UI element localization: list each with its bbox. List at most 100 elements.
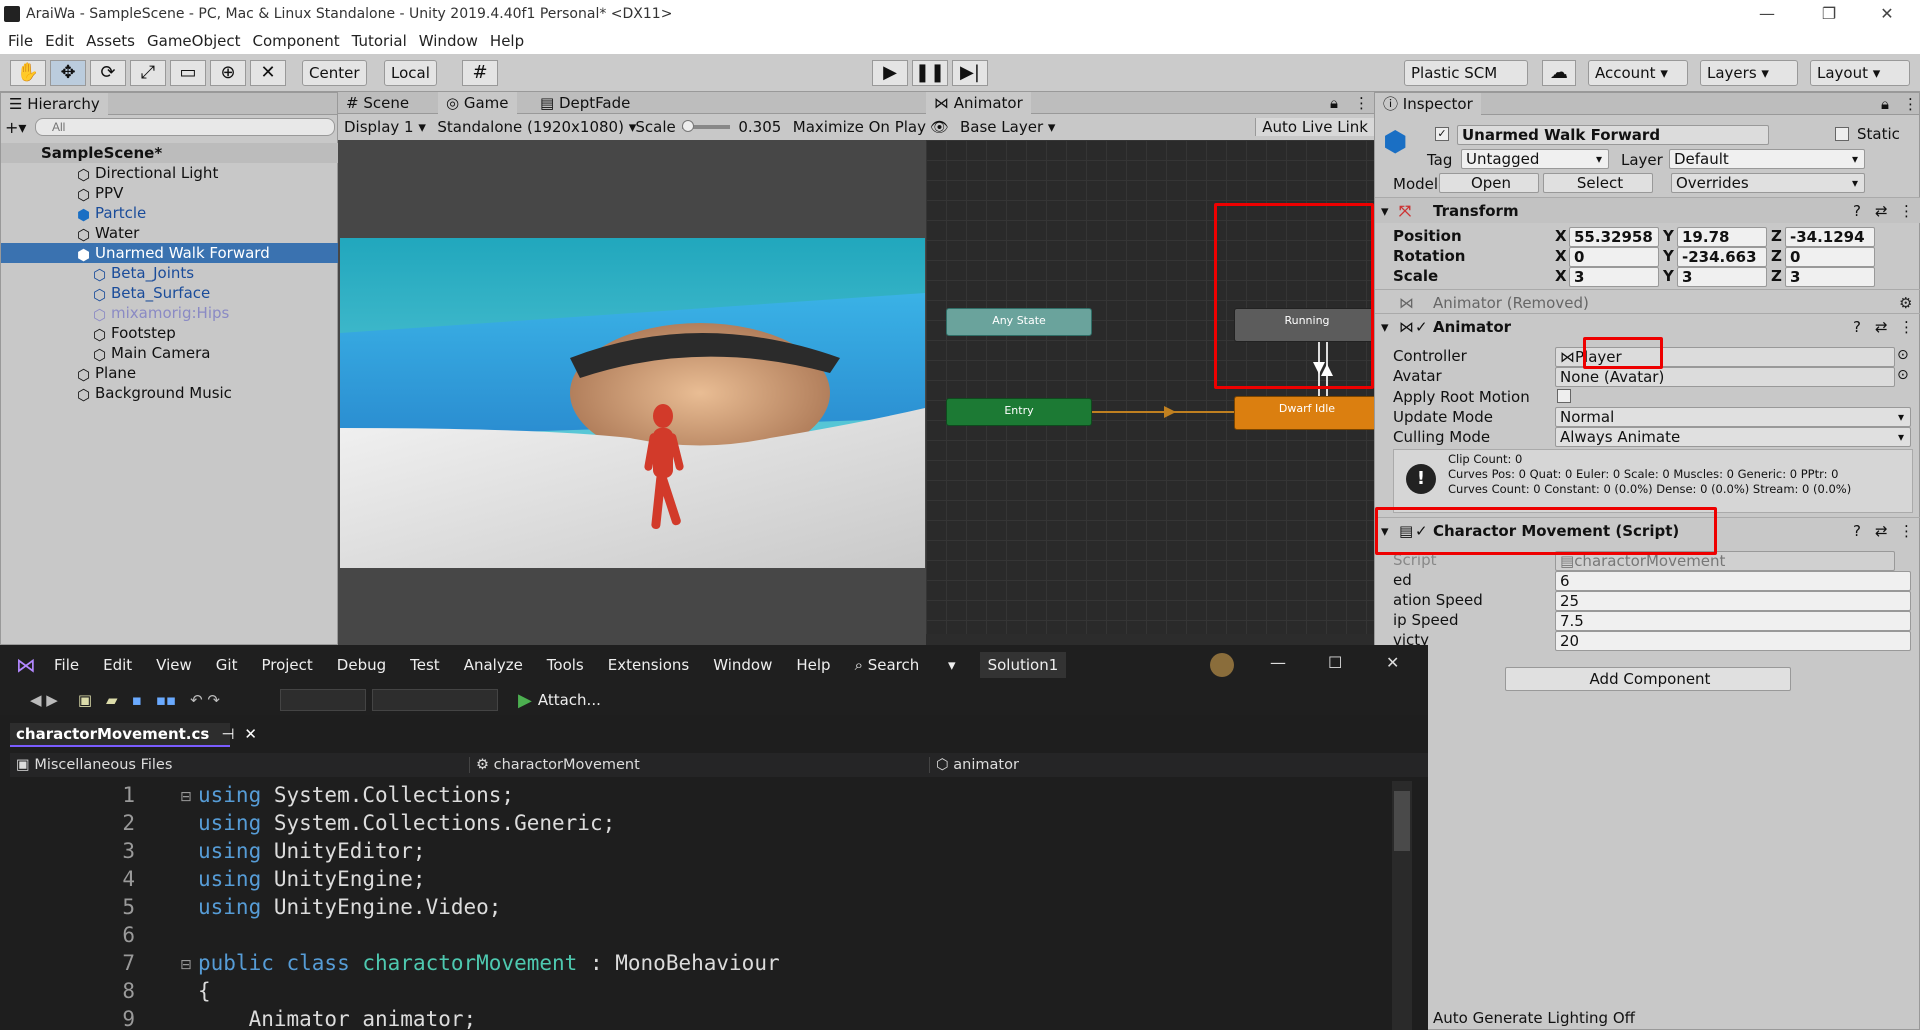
project-dropdown[interactable]: ▣ Miscellaneous Files — [10, 757, 470, 773]
rect-tool-icon[interactable]: ▭ — [170, 60, 206, 86]
hierarchy-search-input[interactable] — [35, 118, 335, 136]
y-axis-label[interactable]: Y — [1663, 227, 1674, 245]
vs-menu-git[interactable]: Git — [216, 656, 238, 674]
save-icon[interactable]: ▪ — [132, 691, 142, 709]
tab-game[interactable]: ◎ Game — [438, 92, 517, 114]
object-picker-icon[interactable]: ⊙ — [1897, 347, 1909, 363]
animator-header[interactable]: ▾ ⋈ ✓ Animator ? ⇄ ⋮ — [1375, 313, 1920, 339]
field-1-input[interactable]: 6 — [1555, 571, 1911, 591]
hierarchy-item[interactable]: ⬡ Beta_Surface — [1, 283, 338, 304]
pos-z-field[interactable]: -34.1294 — [1785, 227, 1875, 247]
rotate-tool-icon[interactable]: ⟳ — [90, 60, 126, 86]
add-icon[interactable]: +▾ — [5, 118, 35, 137]
menu-window[interactable]: Window — [419, 32, 478, 50]
maximize-button[interactable]: ❐ — [1806, 0, 1852, 28]
attach-play-icon[interactable]: ▶ — [518, 690, 532, 711]
layers-dropdown[interactable]: Layers ▾ — [1700, 60, 1798, 86]
layout-dropdown[interactable]: Layout ▾ — [1810, 60, 1910, 86]
eye-icon[interactable]: 👁︎ — [926, 118, 960, 136]
menu-tutorial[interactable]: Tutorial — [352, 32, 407, 50]
pin-icon[interactable]: ⊣ — [221, 725, 234, 743]
animator-removed-header[interactable]: ⋈ Animator (Removed) ⚙ — [1375, 289, 1920, 315]
vs-menu-analyze[interactable]: Analyze — [464, 656, 523, 674]
step-button[interactable]: ▶| — [952, 60, 988, 86]
enabled-checkbox[interactable]: ✓ — [1415, 314, 1428, 340]
save-all-icon[interactable]: ▪▪ — [156, 691, 176, 709]
settings-icon[interactable]: ⇄ — [1875, 314, 1888, 340]
overrides-dropdown[interactable]: Overrides — [1671, 173, 1865, 193]
move-tool-icon[interactable]: ✥ — [50, 60, 86, 86]
y-axis-label[interactable]: Y — [1663, 247, 1674, 265]
hierarchy-item[interactable]: ⬡ Footstep — [1, 323, 338, 344]
vs-menu-project[interactable]: Project — [261, 656, 312, 674]
vs-menu-help[interactable]: Help — [796, 656, 830, 674]
scale-tool-icon[interactable]: ⤢ — [130, 60, 166, 86]
layer-breadcrumb[interactable]: Base Layer ▾ — [960, 118, 1255, 136]
attach-button[interactable]: Attach... — [538, 691, 601, 709]
menu-gameobject[interactable]: GameObject — [147, 32, 241, 50]
help-icon[interactable]: ? — [1853, 314, 1861, 340]
hand-tool-icon[interactable]: ✋ — [10, 60, 46, 86]
more-icon[interactable]: ⋮ — [1903, 95, 1918, 113]
vs-menu-window[interactable]: Window — [713, 656, 772, 674]
pos-x-field[interactable]: 55.32958 — [1569, 227, 1659, 247]
hierarchy-item[interactable]: ⬡ mixamorig:Hips — [1, 303, 338, 324]
avatar-field[interactable]: None (Avatar) — [1555, 367, 1895, 387]
tab-inspector[interactable]: ⓘ Inspector — [1375, 93, 1481, 115]
hierarchy-item[interactable]: ⬡ Beta_Joints — [1, 263, 338, 284]
grid-snap-icon[interactable]: # — [462, 60, 498, 86]
vs-menu-extensions[interactable]: Extensions — [608, 656, 689, 674]
scl-y-field[interactable]: 3 — [1677, 267, 1767, 287]
vertical-scrollbar[interactable] — [1392, 781, 1412, 1030]
resolution-dropdown[interactable]: Standalone (1920x1080) ▾ — [437, 118, 636, 136]
x-axis-label[interactable]: X — [1555, 247, 1567, 265]
collapse-icon[interactable]: ⊟ — [180, 789, 192, 805]
hierarchy-item[interactable]: ⬢ Partcle — [1, 203, 338, 224]
x-axis-label[interactable]: X — [1555, 267, 1567, 285]
vs-minimize-button[interactable]: — — [1270, 653, 1286, 672]
account-dropdown[interactable]: Account ▾ — [1588, 60, 1688, 86]
rot-y-field[interactable]: -234.663 — [1677, 247, 1767, 267]
rot-x-field[interactable]: 0 — [1569, 247, 1659, 267]
tab-scene[interactable]: # Scene — [338, 92, 417, 114]
vs-menu-test[interactable]: Test — [410, 656, 440, 674]
vs-search-box[interactable]: ⌕ Search ▾ — [855, 656, 956, 674]
help-icon[interactable]: ? — [1853, 198, 1861, 224]
tab-animator[interactable]: ⋈ Animator — [926, 92, 1031, 114]
more-icon[interactable]: ⋮ — [1899, 314, 1914, 340]
scl-z-field[interactable]: 3 — [1785, 267, 1875, 287]
pivot-center-button[interactable]: Center — [302, 60, 367, 86]
undo-icon[interactable]: ↶ ↷ — [190, 691, 220, 709]
field-2-input[interactable]: 25 — [1555, 591, 1911, 611]
menu-file[interactable]: File — [8, 32, 33, 50]
field-4-input[interactable]: 20 — [1555, 631, 1911, 651]
hierarchy-item[interactable]: ⬡ Background Music — [1, 383, 338, 404]
hierarchy-item[interactable]: ⬡ Directional Light — [1, 163, 338, 184]
hierarchy-item[interactable]: ⬡ Plane — [1, 363, 338, 384]
vs-menu-view[interactable]: View — [156, 656, 192, 674]
open-button[interactable]: Open — [1439, 173, 1539, 193]
nav-back-icon[interactable]: ◀ ▶ — [30, 691, 58, 709]
avatar[interactable] — [1210, 653, 1234, 677]
pause-button[interactable]: ❚❚ — [912, 60, 948, 86]
more-icon[interactable]: ⋮ — [1899, 518, 1914, 544]
lock-icon[interactable]: 🔒︎ — [1330, 94, 1338, 112]
hierarchy-item-selected[interactable]: ⬢ Unarmed Walk Forward — [1, 243, 338, 264]
close-tab-icon[interactable]: ✕ — [244, 725, 257, 743]
game-view[interactable] — [340, 238, 925, 568]
menu-edit[interactable]: Edit — [45, 32, 74, 50]
custom-tool-icon[interactable]: ✕ — [250, 60, 286, 86]
pivot-local-button[interactable]: Local — [384, 60, 437, 86]
platform-dropdown[interactable] — [372, 689, 498, 711]
menu-help[interactable]: Help — [490, 32, 524, 50]
vs-maximize-button[interactable]: ☐ — [1328, 653, 1342, 672]
settings-icon[interactable]: ⇄ — [1875, 518, 1888, 544]
active-checkbox[interactable]: ✓ — [1435, 127, 1449, 141]
y-axis-label[interactable]: Y — [1663, 267, 1674, 285]
transform-tool-icon[interactable]: ⊕ — [210, 60, 246, 86]
z-axis-label[interactable]: Z — [1771, 227, 1782, 245]
vs-menu-edit[interactable]: Edit — [103, 656, 132, 674]
maximize-on-play-toggle[interactable]: Maximize On Play — [793, 118, 926, 136]
config-dropdown[interactable] — [280, 689, 366, 711]
culling-mode-dropdown[interactable]: Always Animate — [1555, 427, 1911, 447]
